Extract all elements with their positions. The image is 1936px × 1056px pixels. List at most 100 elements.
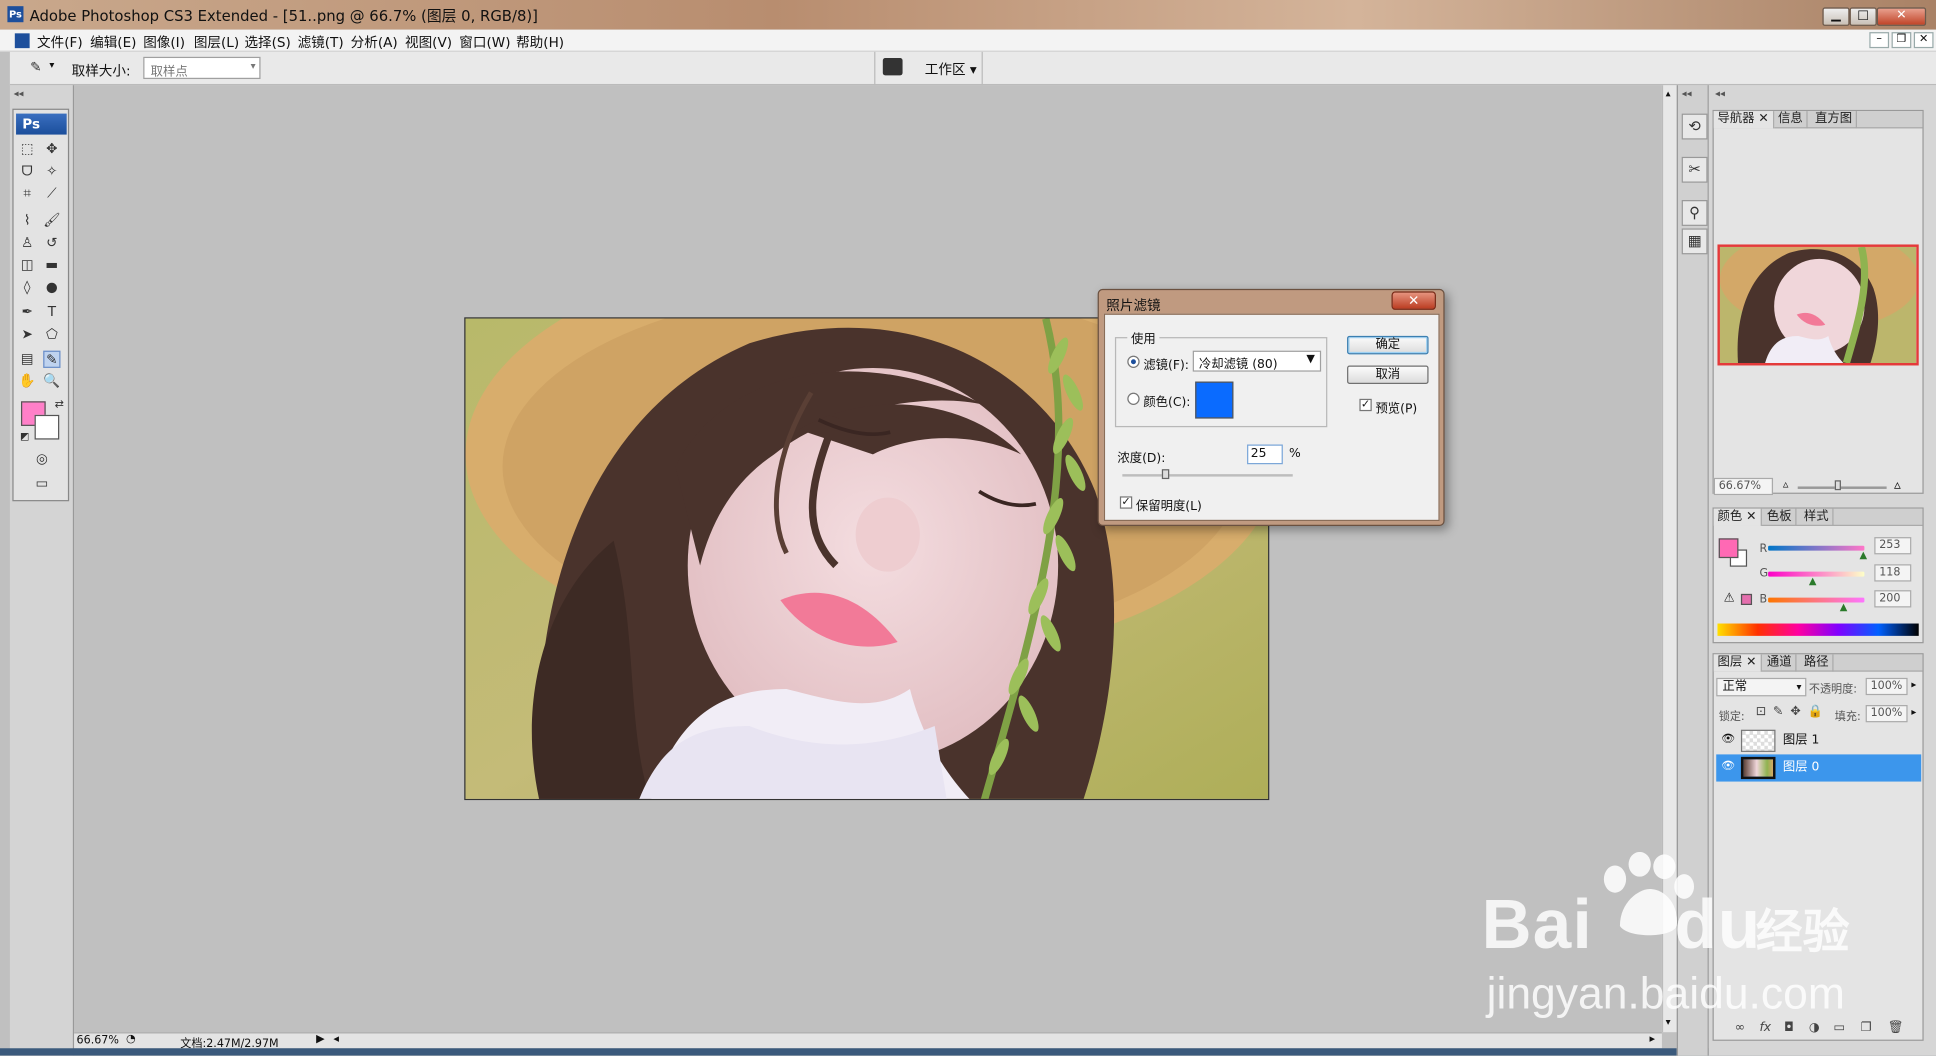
- r-slider-knob[interactable]: ▲: [1859, 549, 1867, 560]
- cancel-button[interactable]: 取消: [1347, 365, 1429, 384]
- scroll-left-icon[interactable]: ◂: [333, 1033, 339, 1045]
- color-radio[interactable]: [1127, 392, 1140, 405]
- menu-select[interactable]: 选择(S): [244, 32, 290, 52]
- g-value[interactable]: 118: [1874, 564, 1912, 582]
- lock-position-icon[interactable]: ✥: [1790, 705, 1800, 719]
- dodge-tool-icon[interactable]: ●: [43, 279, 60, 296]
- tab-channels[interactable]: 通道: [1763, 654, 1797, 672]
- density-input[interactable]: 25: [1247, 444, 1283, 465]
- collapse-arrows-icon[interactable]: ◂◂: [14, 88, 24, 99]
- layer-row[interactable]: 👁 图层 0: [1716, 754, 1922, 782]
- move-tool-icon[interactable]: ✥: [43, 141, 60, 158]
- fill-field[interactable]: 100%: [1865, 705, 1908, 723]
- history-brush-tool-icon[interactable]: ↺: [43, 235, 60, 252]
- b-slider[interactable]: [1768, 597, 1865, 603]
- tab-histogram[interactable]: 直方图: [1811, 111, 1857, 129]
- tab-swatches[interactable]: 色板: [1763, 508, 1797, 526]
- opacity-field[interactable]: 100%: [1865, 677, 1908, 696]
- swap-colors-icon[interactable]: ⇄: [51, 396, 68, 413]
- lock-all-icon[interactable]: 🔒: [1808, 705, 1823, 719]
- density-slider-knob[interactable]: [1161, 469, 1170, 480]
- tab-layers[interactable]: 图层 ✕: [1713, 654, 1762, 672]
- r-slider[interactable]: [1768, 545, 1865, 551]
- document-icon[interactable]: [14, 33, 30, 49]
- magic-wand-tool-icon[interactable]: ✧: [43, 163, 60, 180]
- tools-panel-icon[interactable]: ✂: [1681, 156, 1708, 183]
- doc-minimize-button[interactable]: –: [1869, 32, 1890, 49]
- layer-name[interactable]: 图层 1: [1783, 727, 1819, 754]
- menu-image[interactable]: 图像(I): [143, 32, 185, 52]
- hand-tool-icon[interactable]: ✋: [19, 373, 36, 390]
- ok-button[interactable]: 确定: [1347, 335, 1429, 355]
- screen-mode-icon[interactable]: ▭: [33, 475, 50, 492]
- pen-tool-icon[interactable]: ✒: [19, 304, 36, 321]
- color-fg-swatch[interactable]: [1718, 538, 1739, 559]
- delete-layer-icon[interactable]: 🗑: [1888, 1021, 1904, 1035]
- blend-mode-select[interactable]: 正常 ▾: [1716, 677, 1807, 697]
- eyedropper-icon[interactable]: ✎: [27, 59, 44, 76]
- lock-transparency-icon[interactable]: ⊡: [1756, 705, 1766, 719]
- tab-info[interactable]: 信息: [1774, 111, 1808, 129]
- tab-paths[interactable]: 路径: [1800, 654, 1834, 672]
- eraser-tool-icon[interactable]: ◫: [19, 257, 36, 274]
- doc-close-button[interactable]: ✕: [1913, 32, 1934, 49]
- maximize-button[interactable]: □: [1849, 7, 1877, 26]
- blur-tool-icon[interactable]: ◊: [19, 279, 36, 296]
- navigator-zoom-knob[interactable]: [1834, 480, 1841, 491]
- navigator-zoom-field[interactable]: 66.67%: [1713, 477, 1774, 496]
- marquee-tool-icon[interactable]: ⬚: [19, 141, 36, 158]
- clone-stamp-tool-icon[interactable]: ♙: [19, 235, 36, 252]
- filter-color-swatch[interactable]: [1195, 381, 1234, 419]
- doc-restore-button[interactable]: ❐: [1891, 32, 1912, 49]
- preview-checkbox[interactable]: ✓: [1359, 398, 1372, 412]
- shape-tool-icon[interactable]: ⬠: [43, 326, 60, 343]
- r-value[interactable]: 253: [1874, 537, 1912, 555]
- gamut-warning-icon[interactable]: ⚠: [1724, 591, 1735, 605]
- preserve-luminosity-checkbox[interactable]: ✓: [1119, 496, 1133, 509]
- g-slider-knob[interactable]: ▲: [1809, 575, 1817, 586]
- lock-pixels-icon[interactable]: ✎: [1773, 705, 1783, 719]
- menu-edit[interactable]: 编辑(E): [90, 32, 136, 52]
- menu-layer[interactable]: 图层(L): [194, 32, 239, 52]
- default-colors-icon[interactable]: ◩: [16, 428, 33, 445]
- history-panel-icon[interactable]: ⟲: [1681, 113, 1708, 140]
- lasso-tool-icon[interactable]: ᗜ: [19, 163, 36, 180]
- b-value[interactable]: 200: [1874, 590, 1912, 608]
- slice-tool-icon[interactable]: ⟋: [43, 185, 60, 202]
- quick-mask-icon[interactable]: ◎: [33, 451, 50, 468]
- sample-size-select[interactable]: 取样点 ▾: [143, 56, 261, 80]
- workspace-button[interactable]: 工作区 ▾: [925, 59, 977, 79]
- navigator-preview[interactable]: [1717, 244, 1919, 366]
- path-selection-tool-icon[interactable]: ➤: [19, 326, 36, 343]
- tool-preset-arrow-icon[interactable]: ▾: [49, 59, 54, 70]
- status-icon[interactable]: ◔: [126, 1033, 136, 1045]
- filter-select[interactable]: 冷却滤镜 (80) ▼: [1192, 350, 1322, 372]
- type-tool-icon[interactable]: T: [43, 304, 60, 321]
- layer-visibility-eye-icon[interactable]: 👁: [1721, 761, 1735, 773]
- eyedropper-tool-icon[interactable]: ✎: [43, 350, 61, 368]
- layer-row[interactable]: 👁 图层 1: [1716, 727, 1921, 754]
- zoom-tool-icon[interactable]: 🔍: [43, 373, 60, 390]
- clone-source-icon[interactable]: ⚲: [1681, 200, 1708, 226]
- tab-navigator[interactable]: 导航器 ✕: [1713, 111, 1774, 129]
- menu-view[interactable]: 视图(V): [405, 32, 452, 52]
- b-slider-knob[interactable]: ▲: [1840, 601, 1848, 612]
- panels-expand-icon[interactable]: ◂◂: [1715, 88, 1725, 99]
- new-layer-icon[interactable]: ❐: [1861, 1021, 1872, 1035]
- zoom-out-icon[interactable]: ▵: [1783, 479, 1789, 491]
- bridge-icon[interactable]: [882, 58, 903, 76]
- healing-brush-tool-icon[interactable]: ⌇: [19, 212, 36, 229]
- zoom-in-icon[interactable]: ▵: [1894, 477, 1901, 493]
- notes-tool-icon[interactable]: ▤: [19, 351, 36, 368]
- opacity-arrow-icon[interactable]: ▸: [1911, 679, 1916, 690]
- filter-radio[interactable]: [1127, 355, 1140, 368]
- scroll-up-icon[interactable]: ▴: [1666, 88, 1671, 99]
- background-color-swatch[interactable]: [34, 414, 60, 440]
- menu-file[interactable]: 文件(F): [37, 32, 83, 52]
- color-ramp[interactable]: [1717, 623, 1919, 636]
- navigator-zoom-slider[interactable]: [1797, 486, 1887, 489]
- menu-analysis[interactable]: 分析(A): [351, 32, 398, 52]
- close-button[interactable]: ✕: [1876, 7, 1927, 26]
- tab-styles[interactable]: 样式: [1800, 508, 1834, 526]
- dialog-close-button[interactable]: ✕: [1391, 291, 1436, 310]
